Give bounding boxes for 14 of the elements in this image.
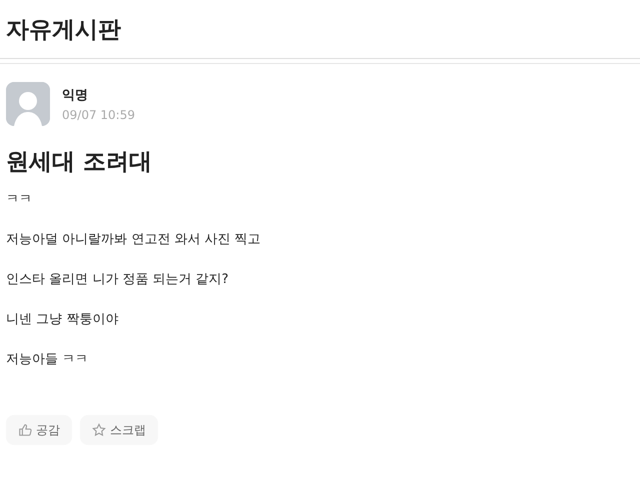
post-text: 니넨 그냥 짝퉁이야 (6, 311, 120, 329)
scrap-button[interactable]: 스크랩 (80, 415, 158, 445)
avatar-icon (6, 82, 50, 126)
post-text: 저능아덜 아니랄까봐 연고전 와서 사진 찍고 (6, 231, 262, 249)
star-icon (92, 423, 106, 437)
like-button[interactable]: 공감 (6, 415, 72, 445)
post-text: 인스타 올리면 니가 정품 되는거 같지? (6, 271, 230, 289)
board-title: 자유게시판 (6, 16, 121, 44)
post-text: ㅋㅋ (6, 191, 33, 209)
post-title: 원세대 조려대 (6, 148, 154, 177)
post-text: 저능아들 ㅋㅋ (6, 351, 90, 369)
thumbs-up-icon (18, 423, 32, 437)
post-time: 09/07 10:59 (62, 108, 135, 122)
author-name: 익명 (62, 87, 89, 104)
